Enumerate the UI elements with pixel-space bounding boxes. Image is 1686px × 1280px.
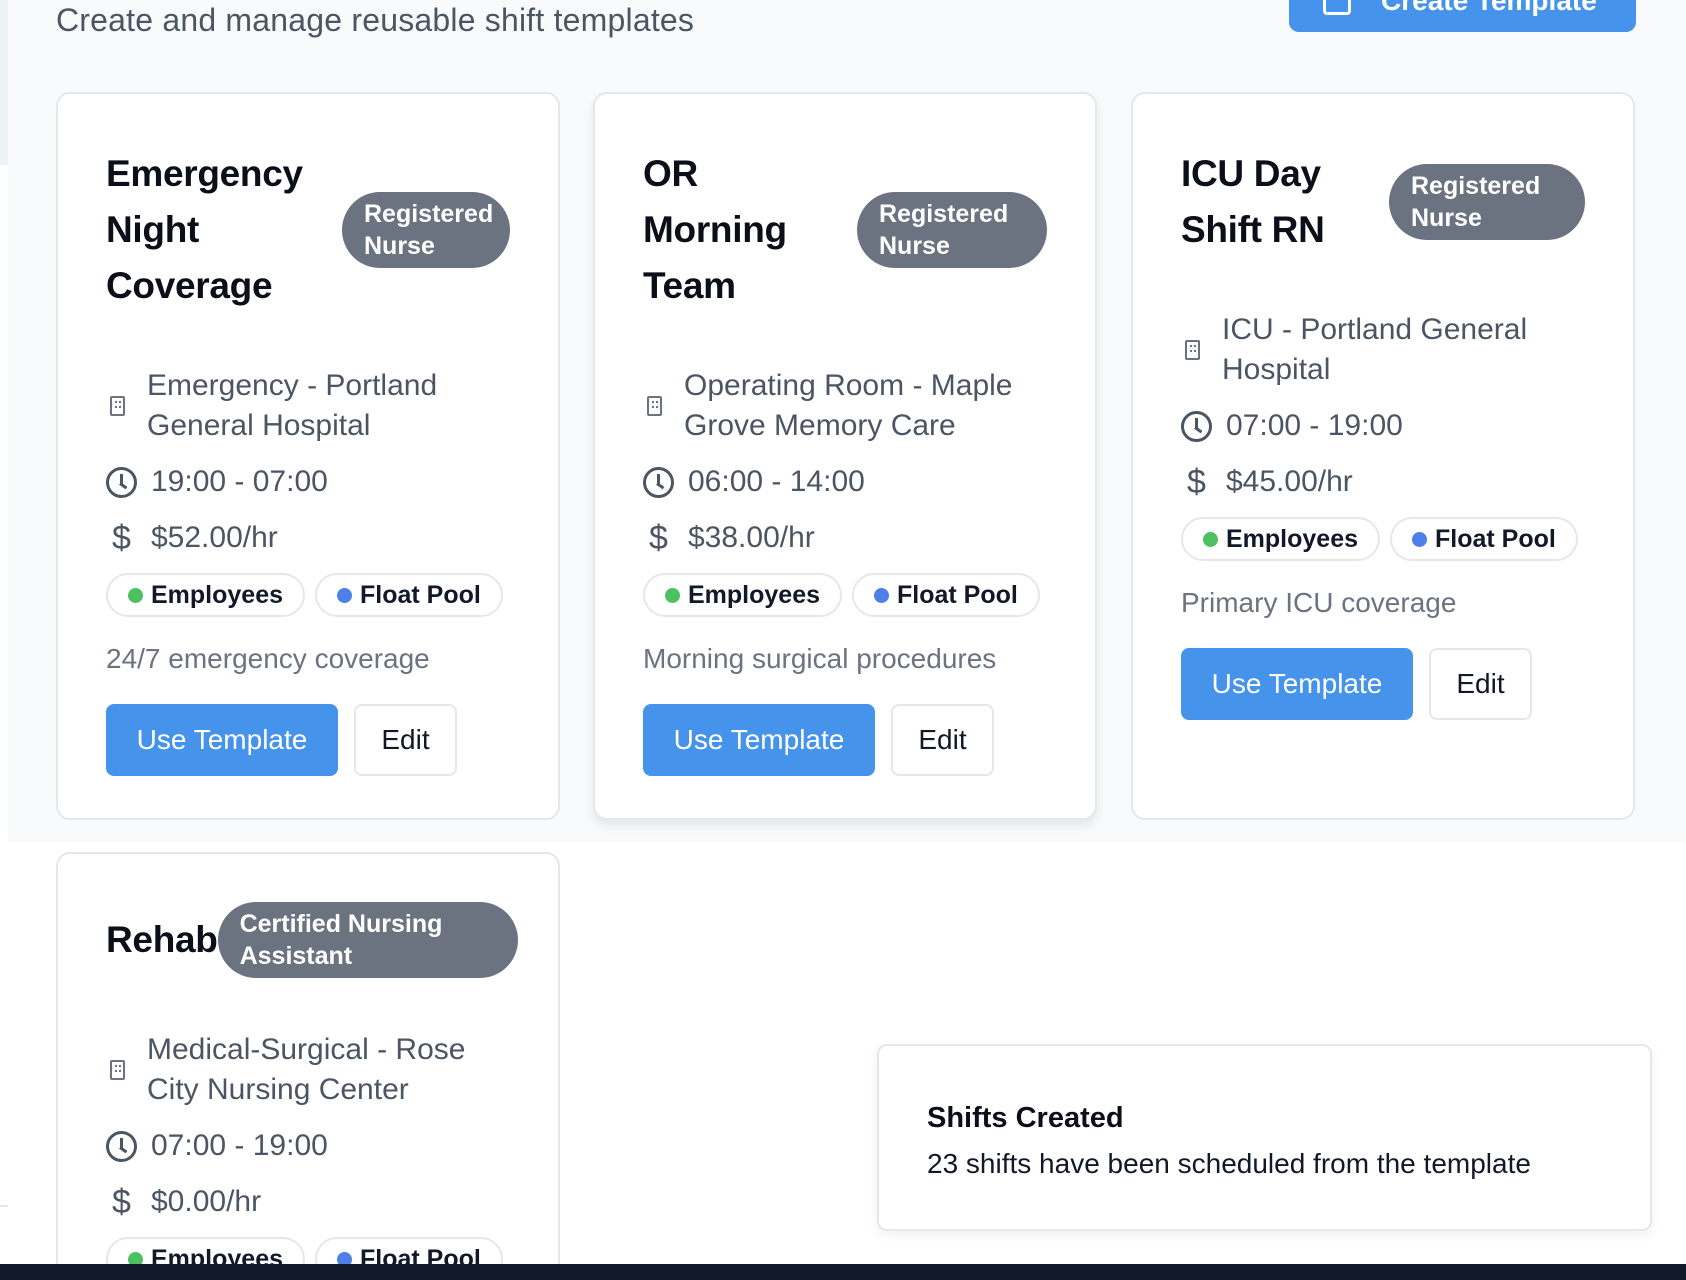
- clock-icon: [643, 466, 674, 498]
- chip-label: Float Pool: [1435, 524, 1556, 553]
- template-location: Medical-Surgical - Rose City Nursing Cen…: [147, 1033, 466, 1106]
- template-hours: 07:00 - 19:00: [1226, 409, 1403, 442]
- building-icon: [1185, 340, 1200, 360]
- dollar-icon: $: [649, 518, 668, 557]
- building-icon: [110, 1060, 125, 1080]
- green-dot-icon: [665, 587, 680, 603]
- dollar-icon: $: [112, 1182, 131, 1221]
- dollar-icon: $: [112, 518, 131, 557]
- role-badge: Registered Nurse: [857, 192, 1047, 268]
- template-title: Rehab: [106, 919, 218, 960]
- green-dot-icon: [128, 587, 143, 603]
- audience-chip-employees: Employees: [643, 573, 843, 617]
- sidebar-edge: [0, 0, 8, 165]
- template-rate: $38.00/hr: [688, 521, 815, 554]
- template-title: ICU Day Shift RN: [1181, 153, 1325, 250]
- clock-icon: [106, 1130, 137, 1162]
- divider: [0, 1205, 8, 1264]
- edit-button[interactable]: Edit: [354, 704, 457, 776]
- audience-chip-employees: Employees: [1181, 517, 1381, 561]
- toast-message: 23 shifts have been scheduled from the t…: [927, 1148, 1531, 1179]
- create-template-button[interactable]: Create Template: [1289, 0, 1636, 32]
- chip-label: Employees: [1226, 524, 1359, 553]
- template-description: Morning surgical procedures: [643, 643, 997, 674]
- edit-button[interactable]: Edit: [1429, 648, 1532, 720]
- template-description: Primary ICU coverage: [1181, 587, 1457, 618]
- template-hours: 06:00 - 14:00: [688, 465, 865, 498]
- template-title: OR Morning Team: [643, 153, 787, 306]
- audience-chip-float-pool: Float Pool: [1390, 517, 1578, 561]
- template-card: Rehab Certified Nursing Assistant Medica…: [56, 852, 560, 1280]
- template-rate: $0.00/hr: [151, 1185, 262, 1218]
- toast-title: Shifts Created: [927, 1102, 1124, 1134]
- template-hours: 19:00 - 07:00: [151, 465, 328, 498]
- calendar-plus-icon: [1323, 0, 1351, 15]
- template-card: OR Morning Team Registered Nurse Operati…: [593, 92, 1097, 820]
- clock-icon: [1181, 410, 1212, 442]
- page-subtitle: Create and manage reusable shift templat…: [56, 2, 695, 38]
- chip-label: Employees: [151, 580, 284, 609]
- dollar-icon: $: [1187, 462, 1206, 501]
- chip-label: Employees: [688, 580, 821, 609]
- blue-dot-icon: [1412, 531, 1428, 547]
- template-description: 24/7 emergency coverage: [106, 643, 430, 674]
- blue-dot-icon: [874, 587, 890, 603]
- role-badge: Certified Nursing Assistant: [217, 902, 518, 978]
- green-dot-icon: [1203, 531, 1218, 547]
- toast-notification: Shifts Created 23 shifts have been sched…: [877, 1044, 1652, 1231]
- template-card: ICU Day Shift RN Registered Nurse ICU - …: [1131, 92, 1635, 820]
- edit-button[interactable]: Edit: [891, 704, 994, 776]
- audience-chip-float-pool: Float Pool: [315, 573, 503, 617]
- use-template-button[interactable]: Use Template: [106, 704, 338, 776]
- template-location: Emergency - Portland General Hospital: [147, 369, 438, 442]
- template-rate: $45.00/hr: [1226, 465, 1353, 498]
- role-badge: Registered Nurse: [342, 192, 510, 268]
- audience-chip-employees: Employees: [106, 573, 306, 617]
- chip-label: Float Pool: [897, 580, 1018, 609]
- blue-dot-icon: [337, 587, 353, 603]
- role-badge: Registered Nurse: [1389, 164, 1585, 240]
- template-title: Emergency Night Coverage: [106, 153, 303, 306]
- template-location: ICU - Portland General Hospital: [1222, 313, 1528, 386]
- building-icon: [110, 396, 125, 416]
- template-location: Operating Room - Maple Grove Memory Care: [684, 369, 1013, 442]
- building-icon: [647, 396, 662, 416]
- bottom-bar: [0, 1264, 1686, 1280]
- use-template-button[interactable]: Use Template: [1181, 648, 1413, 720]
- create-template-label: Create Template: [1381, 0, 1597, 16]
- audience-chip-float-pool: Float Pool: [852, 573, 1040, 617]
- chip-label: Float Pool: [360, 580, 481, 609]
- clock-icon: [106, 466, 137, 498]
- use-template-button[interactable]: Use Template: [643, 704, 875, 776]
- template-card: Emergency Night Coverage Registered Nurs…: [56, 92, 560, 820]
- template-rate: $52.00/hr: [151, 521, 278, 554]
- template-hours: 07:00 - 19:00: [151, 1129, 328, 1162]
